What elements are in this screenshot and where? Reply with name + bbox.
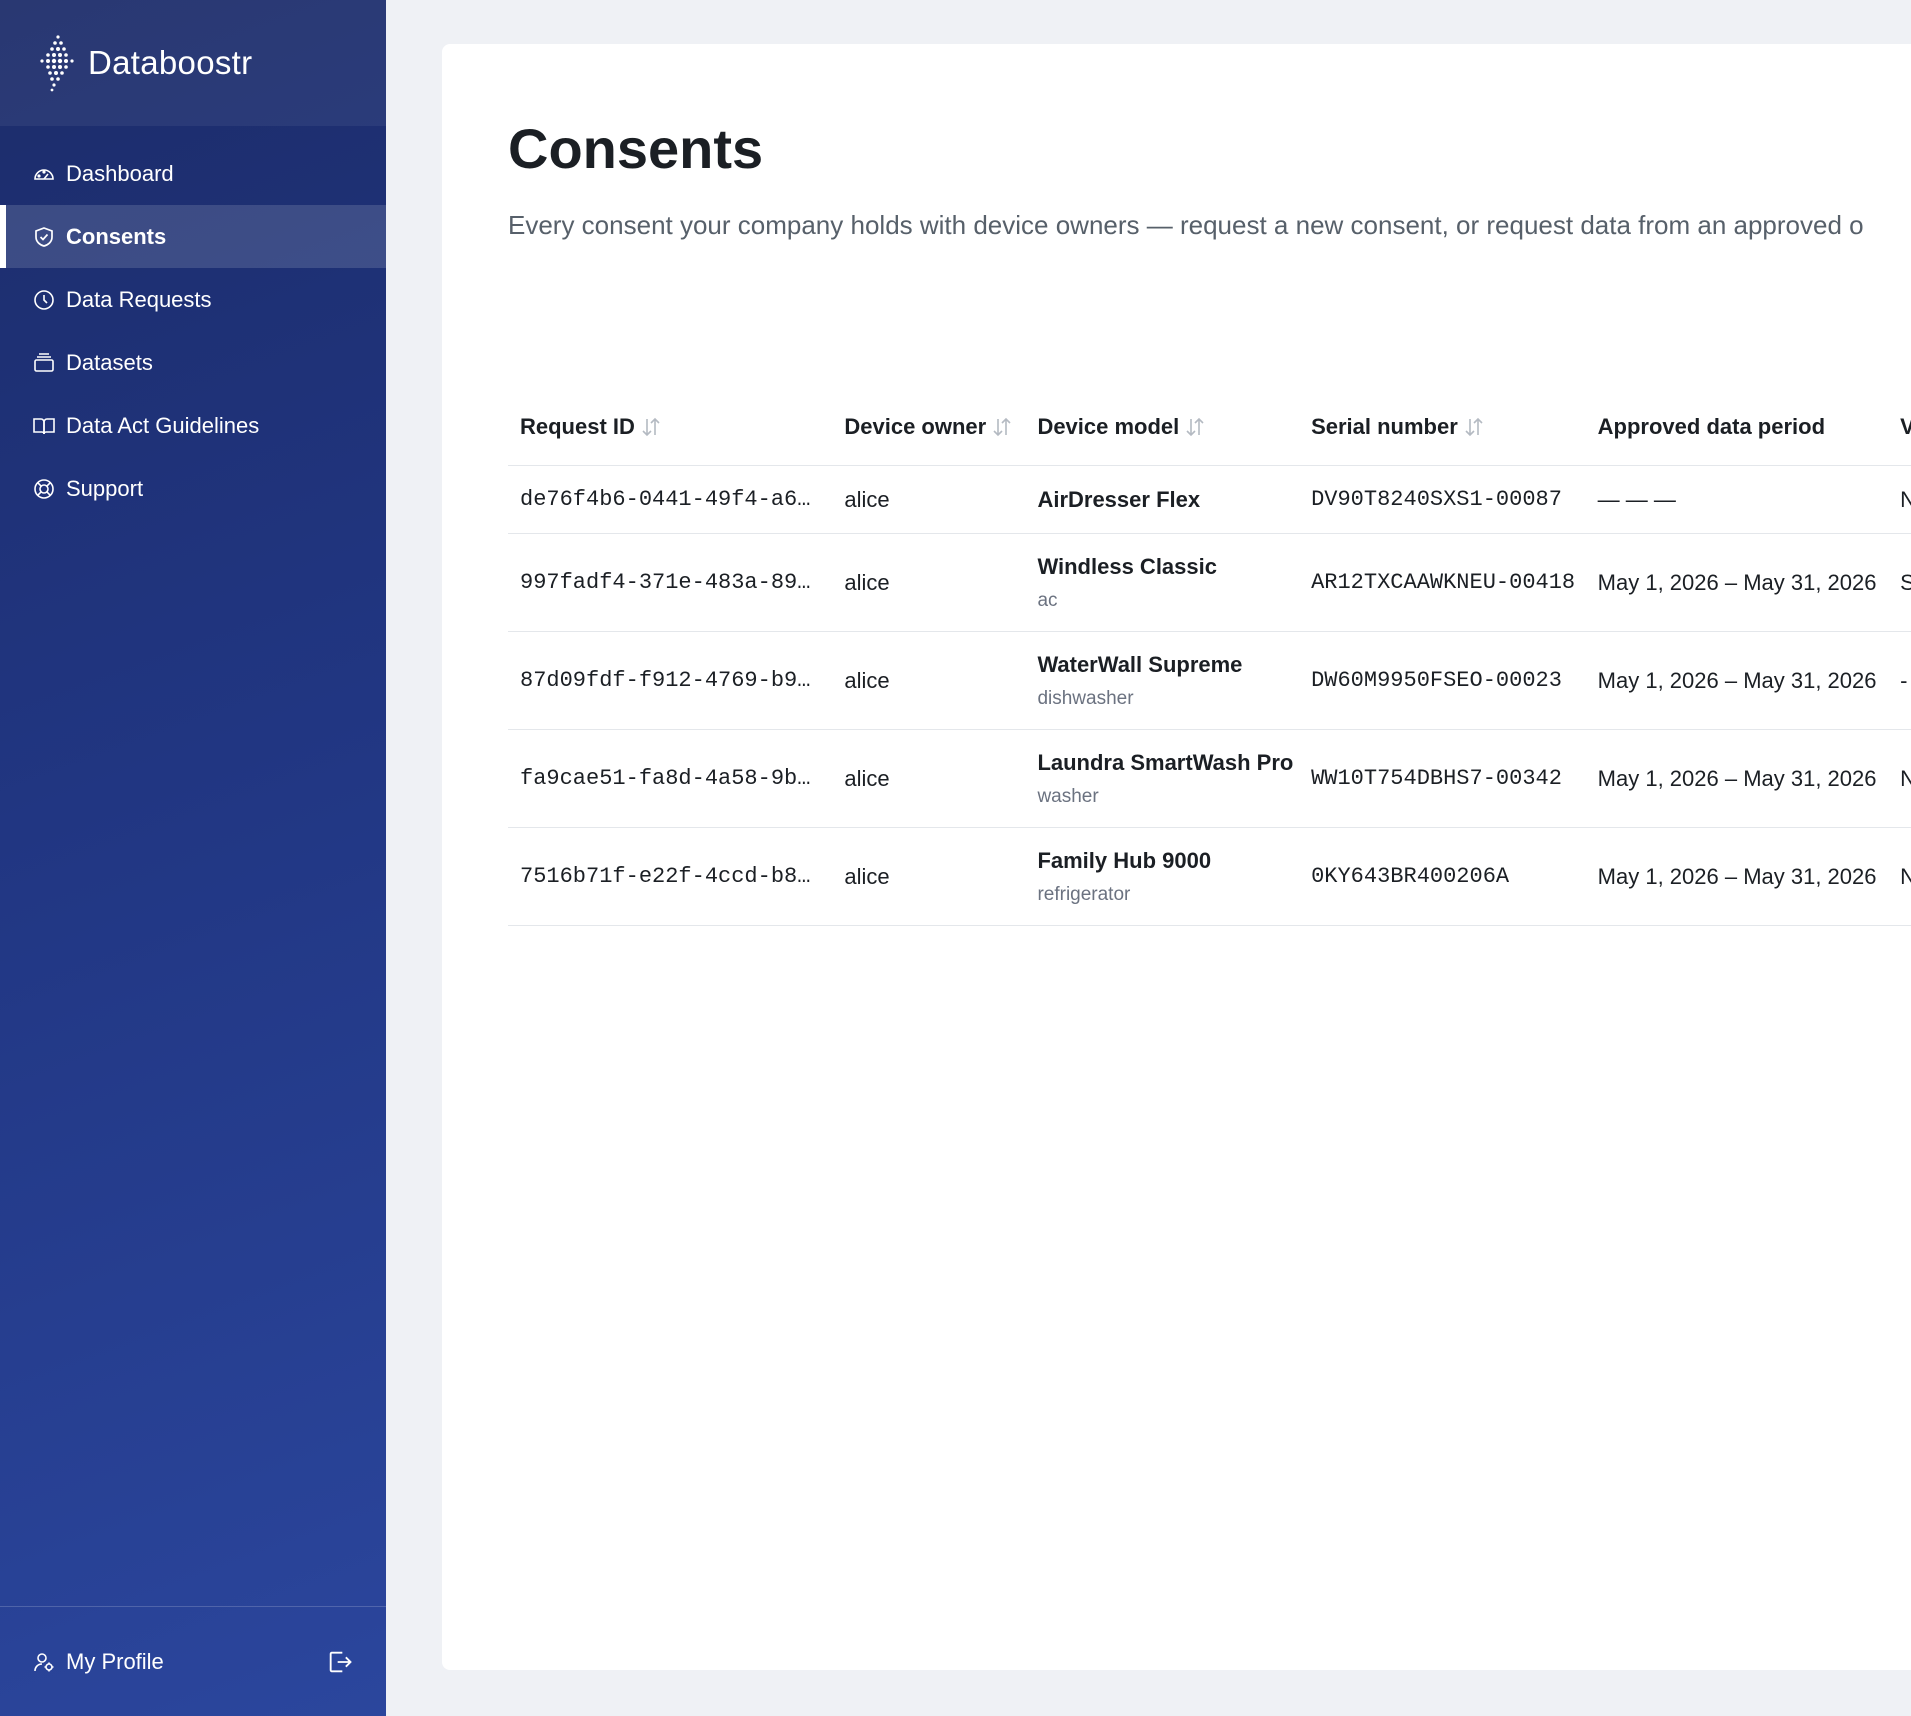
device-model-cell: Windless Classic ac bbox=[1025, 554, 1299, 612]
main-card: Consents Every consent your company hold… bbox=[442, 44, 1911, 1670]
truncated-cell: N bbox=[1900, 765, 1911, 791]
approved-period-cell: — — — bbox=[1597, 486, 1676, 512]
sidebar-item-label: Data Act Guidelines bbox=[66, 412, 260, 438]
device-owner-cell: alice bbox=[844, 569, 890, 595]
stack-icon bbox=[32, 351, 56, 375]
lifebuoy-icon bbox=[32, 477, 56, 501]
request-id-cell: 7516b71f-e22f-4ccd-b8… bbox=[520, 864, 811, 889]
sidebar-item-data-act-guidelines[interactable]: Data Act Guidelines bbox=[0, 394, 386, 457]
table-row[interactable]: 7516b71f-e22f-4ccd-b8… alice Family Hub … bbox=[508, 828, 1911, 926]
table-header: Request ID Device owner Device model Ser… bbox=[508, 388, 1911, 466]
shield-check-icon bbox=[32, 225, 56, 249]
device-owner-cell: alice bbox=[844, 486, 890, 512]
device-owner-cell: alice bbox=[844, 667, 890, 693]
serial-number-cell: AR12TXCAAWKNEU-00418 bbox=[1311, 570, 1576, 595]
logout-icon[interactable] bbox=[326, 1648, 354, 1676]
truncated-cell: - bbox=[1900, 667, 1908, 693]
device-owner-cell: alice bbox=[844, 863, 890, 889]
sort-icon[interactable] bbox=[1464, 416, 1484, 438]
approved-period-cell: May 1, 2026 – May 31, 2026 bbox=[1597, 765, 1877, 791]
device-type-label: refrigerator bbox=[1037, 883, 1131, 905]
truncated-cell: N bbox=[1900, 863, 1911, 889]
clock-icon bbox=[32, 288, 56, 312]
approved-period-cell: May 1, 2026 – May 31, 2026 bbox=[1597, 667, 1877, 693]
device-type-label: washer bbox=[1037, 785, 1099, 807]
request-id-cell: de76f4b6-0441-49f4-a6… bbox=[520, 487, 811, 512]
sort-icon[interactable] bbox=[992, 416, 1012, 438]
device-type-label: ac bbox=[1037, 589, 1058, 611]
table-row[interactable]: 997fadf4-371e-483a-89… alice Windless Cl… bbox=[508, 534, 1911, 632]
my-profile-link[interactable]: My Profile bbox=[32, 1649, 326, 1675]
gauge-icon bbox=[32, 162, 56, 186]
sort-icon[interactable] bbox=[1185, 416, 1205, 438]
sidebar-nav: Dashboard Consents Data Requests Dataset… bbox=[0, 142, 386, 520]
approved-period-cell: May 1, 2026 – May 31, 2026 bbox=[1597, 863, 1877, 889]
device-model-name: WaterWall Supreme bbox=[1037, 651, 1243, 677]
sidebar-item-label: Consents bbox=[66, 223, 167, 249]
table-row[interactable]: fa9cae51-fa8d-4a58-9b… alice Laundra Sma… bbox=[508, 730, 1911, 828]
sidebar-item-label: Data Requests bbox=[66, 286, 212, 312]
truncated-cell: N bbox=[1900, 486, 1911, 512]
device-model-cell: Laundra SmartWash Pro washer bbox=[1025, 750, 1299, 808]
page-title: Consents bbox=[508, 117, 764, 180]
column-header-truncated: V bbox=[1900, 413, 1911, 439]
device-type-label: dishwasher bbox=[1037, 687, 1134, 709]
serial-number-cell: 0KY643BR400206A bbox=[1311, 864, 1510, 889]
user-icon bbox=[32, 1650, 56, 1674]
device-model-cell: AirDresser Flex bbox=[1025, 487, 1299, 513]
serial-number-cell: DV90T8240SXS1-00087 bbox=[1311, 487, 1562, 512]
column-header-serial-number[interactable]: Serial number bbox=[1299, 414, 1586, 440]
serial-number-cell: WW10T754DBHS7-00342 bbox=[1311, 766, 1562, 791]
column-header-request-id[interactable]: Request ID bbox=[508, 414, 832, 440]
sort-icon[interactable] bbox=[641, 416, 661, 438]
column-header-approved-data-period: Approved data period bbox=[1597, 413, 1826, 439]
column-header-device-model[interactable]: Device model bbox=[1025, 414, 1299, 440]
sidebar: Databoostr Dashboard Consents Data Reque… bbox=[0, 0, 386, 1716]
table-row[interactable]: 87d09fdf-f912-4769-b9… alice WaterWall S… bbox=[508, 632, 1911, 730]
device-model-name: Laundra SmartWash Pro bbox=[1037, 749, 1294, 775]
truncated-cell: S bbox=[1900, 569, 1911, 595]
device-model-name: AirDresser Flex bbox=[1037, 486, 1201, 512]
column-header-device-owner[interactable]: Device owner bbox=[832, 414, 1025, 440]
approved-period-cell: May 1, 2026 – May 31, 2026 bbox=[1597, 569, 1877, 595]
device-owner-cell: alice bbox=[844, 765, 890, 791]
request-id-cell: fa9cae51-fa8d-4a58-9b… bbox=[520, 766, 811, 791]
device-model-name: Family Hub 9000 bbox=[1037, 847, 1212, 873]
consents-table: Request ID Device owner Device model Ser… bbox=[508, 388, 1911, 926]
book-icon bbox=[32, 414, 56, 438]
sidebar-item-consents[interactable]: Consents bbox=[0, 205, 386, 268]
request-id-cell: 997fadf4-371e-483a-89… bbox=[520, 570, 811, 595]
page-subtitle: Every consent your company holds with de… bbox=[508, 210, 1864, 240]
sidebar-item-label: Dashboard bbox=[66, 160, 174, 186]
device-model-cell: WaterWall Supreme dishwasher bbox=[1025, 652, 1299, 710]
sidebar-item-data-requests[interactable]: Data Requests bbox=[0, 268, 386, 331]
brand-name: Databoostr bbox=[88, 44, 253, 81]
sidebar-item-datasets[interactable]: Datasets bbox=[0, 331, 386, 394]
table-row[interactable]: de76f4b6-0441-49f4-a6… alice AirDresser … bbox=[508, 466, 1911, 534]
request-id-cell: 87d09fdf-f912-4769-b9… bbox=[520, 668, 811, 693]
sidebar-item-dashboard[interactable]: Dashboard bbox=[0, 142, 386, 205]
device-model-name: Windless Classic bbox=[1037, 553, 1217, 579]
sidebar-item-label: Support bbox=[66, 475, 144, 501]
profile-bar: My Profile bbox=[0, 1606, 386, 1716]
sidebar-item-label: Datasets bbox=[66, 349, 153, 375]
serial-number-cell: DW60M9950FSEO-00023 bbox=[1311, 668, 1562, 693]
my-profile-label: My Profile bbox=[66, 1648, 164, 1674]
device-model-cell: Family Hub 9000 refrigerator bbox=[1025, 848, 1299, 906]
databoostr-logo-icon bbox=[40, 35, 74, 92]
brand[interactable]: Databoostr bbox=[0, 0, 386, 126]
sidebar-item-support[interactable]: Support bbox=[0, 457, 386, 520]
